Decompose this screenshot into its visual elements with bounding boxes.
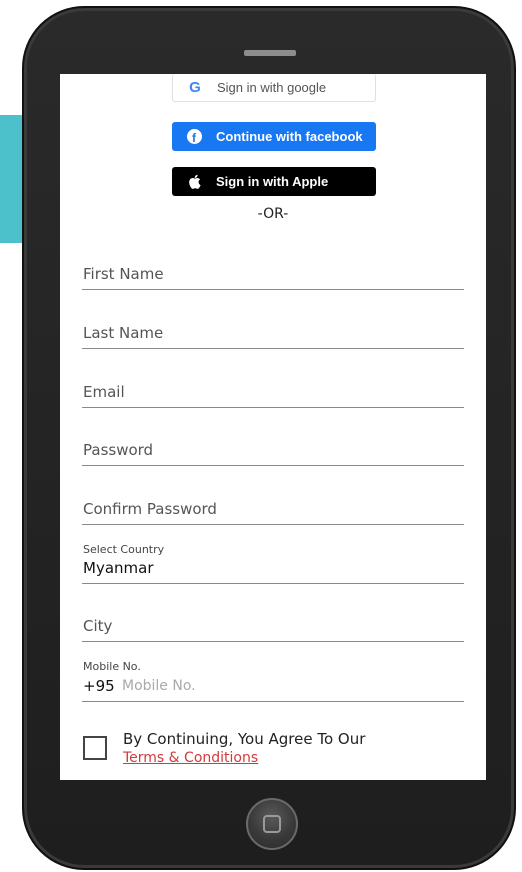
accent-strip [0,115,22,243]
last-name-field[interactable]: Last Name [82,307,464,349]
terms-link[interactable]: Terms & Conditions [123,750,258,766]
city-placeholder: City [83,617,113,635]
mobile-field[interactable]: Mobile No. +95 Mobile No. [82,656,464,702]
agreement-text: By Continuing, You Agree To Our [123,730,366,748]
confirm-password-field[interactable]: Confirm Password [82,483,464,525]
password-placeholder: Password [83,441,154,459]
signup-screen: G Sign in with google f Continue with fa… [60,74,486,780]
mobile-country-code: +95 [83,677,115,695]
phone-frame: G Sign in with google f Continue with fa… [22,6,516,870]
apple-icon [172,174,216,189]
confirm-password-placeholder: Confirm Password [83,500,217,518]
last-name-placeholder: Last Name [83,324,164,342]
mobile-label: Mobile No. [83,660,141,673]
password-field[interactable]: Password [82,424,464,466]
mobile-placeholder: Mobile No. [122,678,196,694]
email-field[interactable]: Email [82,366,464,408]
google-signin-button[interactable]: G Sign in with google [172,74,376,102]
google-signin-label: Sign in with google [217,80,327,95]
speaker-grille [244,50,296,56]
apple-signin-button[interactable]: Sign in with Apple [172,167,376,196]
home-button[interactable] [246,798,298,850]
facebook-signin-label: Continue with facebook [216,129,363,144]
facebook-icon: f [172,129,216,144]
google-icon: G [189,79,201,96]
or-divider: -OR- [257,206,289,222]
city-field[interactable]: City [82,600,464,642]
apple-signin-label: Sign in with Apple [216,174,329,189]
facebook-signin-button[interactable]: f Continue with facebook [172,122,376,151]
email-placeholder: Email [83,383,125,401]
first-name-field[interactable]: First Name [82,248,464,290]
home-square-icon [263,815,281,833]
country-value: Myanmar [83,559,154,577]
country-select[interactable]: Select Country Myanmar [82,538,464,584]
first-name-placeholder: First Name [83,265,164,283]
country-label: Select Country [83,543,165,556]
terms-checkbox[interactable] [83,736,107,760]
